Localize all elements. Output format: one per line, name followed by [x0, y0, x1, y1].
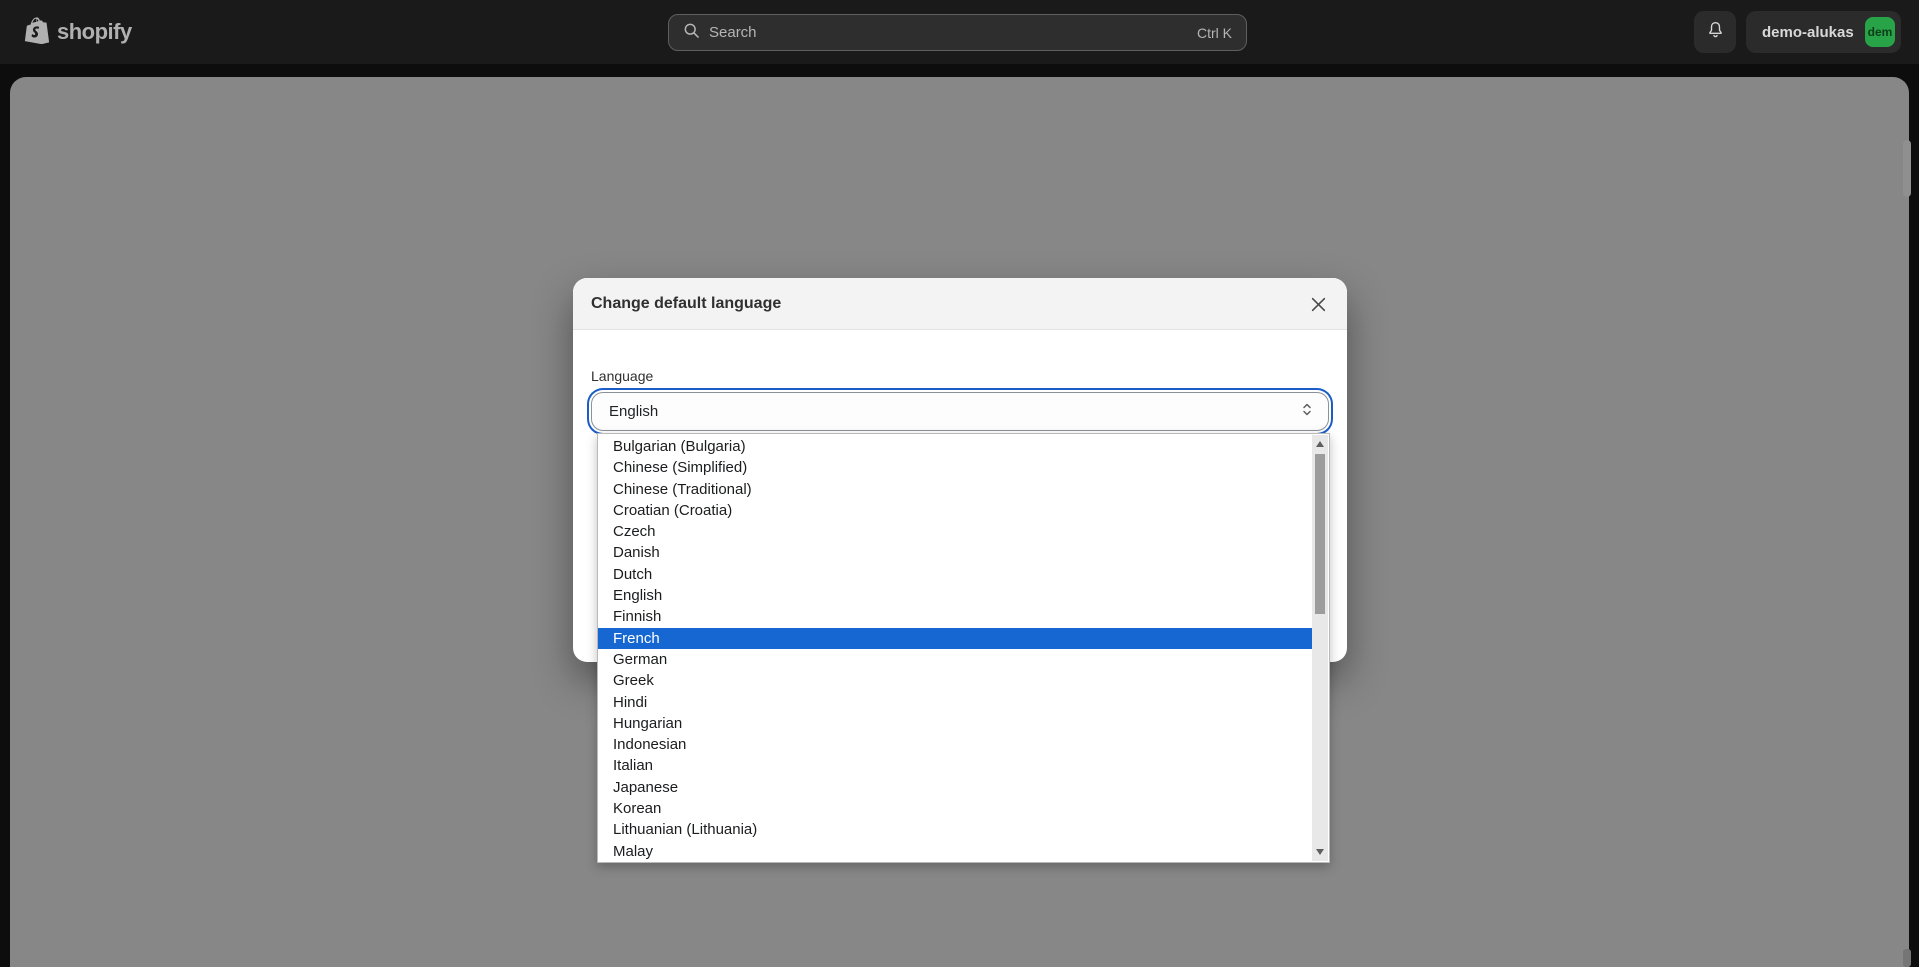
- page-scrollbar-thumb[interactable]: [1903, 140, 1911, 197]
- bell-icon: [1705, 20, 1726, 45]
- language-option-lithuanian-lithuania[interactable]: Lithuanian (Lithuania): [598, 819, 1312, 840]
- language-option-danish[interactable]: Danish: [598, 542, 1312, 563]
- language-option-hungarian[interactable]: Hungarian: [598, 713, 1312, 734]
- dropdown-scrollbar-thumb[interactable]: [1315, 454, 1325, 614]
- scroll-down-icon[interactable]: [1316, 849, 1324, 855]
- language-option-finnish[interactable]: Finnish: [598, 606, 1312, 627]
- language-option-english[interactable]: English: [598, 585, 1312, 606]
- search-placeholder: Search: [709, 24, 1188, 41]
- language-option-croatian-croatia[interactable]: Croatian (Croatia): [598, 500, 1312, 521]
- language-select[interactable]: English: [591, 392, 1329, 431]
- language-option-dutch[interactable]: Dutch: [598, 564, 1312, 585]
- search-shortcut: Ctrl K: [1197, 25, 1232, 41]
- language-option-greek[interactable]: Greek: [598, 670, 1312, 691]
- language-option-indonesian[interactable]: Indonesian: [598, 734, 1312, 755]
- modal-title: Change default language: [591, 295, 781, 313]
- language-dropdown: Bulgarian (Bulgaria)Chinese (Simplified)…: [597, 433, 1330, 863]
- language-option-czech[interactable]: Czech: [598, 521, 1312, 542]
- language-select-value: English: [609, 403, 1300, 420]
- modal-header: Change default language: [573, 278, 1347, 330]
- language-field-label: Language: [591, 368, 653, 384]
- page-scrollbar-bottom[interactable]: [1903, 949, 1911, 967]
- language-option-italian[interactable]: Italian: [598, 755, 1312, 776]
- shopify-logo[interactable]: shopify: [24, 16, 224, 48]
- shopify-bag-icon: [24, 16, 50, 49]
- shopify-admin: shopify Search Ctrl K demo-alukas dem Se…: [0, 0, 1919, 967]
- search-icon: [683, 22, 700, 44]
- topbar: shopify Search Ctrl K demo-alukas dem: [0, 0, 1919, 64]
- scroll-up-icon[interactable]: [1316, 441, 1324, 447]
- account-avatar: dem: [1865, 17, 1895, 47]
- language-option-french[interactable]: French: [598, 628, 1312, 649]
- account-menu[interactable]: demo-alukas dem: [1746, 11, 1901, 53]
- language-option-malay[interactable]: Malay: [598, 841, 1312, 862]
- account-name: demo-alukas: [1762, 24, 1854, 41]
- language-option-hindi[interactable]: Hindi: [598, 692, 1312, 713]
- global-search[interactable]: Search Ctrl K: [668, 14, 1247, 51]
- language-option-bulgarian-bulgaria[interactable]: Bulgarian (Bulgaria): [598, 436, 1312, 457]
- shopify-wordmark: shopify: [57, 19, 132, 45]
- modal-close-icon[interactable]: [1310, 296, 1327, 313]
- language-option-list: Bulgarian (Bulgaria)Chinese (Simplified)…: [598, 436, 1312, 862]
- language-option-german[interactable]: German: [598, 649, 1312, 670]
- language-option-korean[interactable]: Korean: [598, 798, 1312, 819]
- language-option-chinese-traditional[interactable]: Chinese (Traditional): [598, 479, 1312, 500]
- notifications-button[interactable]: [1694, 11, 1736, 53]
- select-stepper-icon: [1300, 401, 1314, 423]
- language-option-japanese[interactable]: Japanese: [598, 777, 1312, 798]
- language-option-chinese-simplified[interactable]: Chinese (Simplified): [598, 457, 1312, 478]
- dropdown-scrollbar[interactable]: [1312, 435, 1328, 861]
